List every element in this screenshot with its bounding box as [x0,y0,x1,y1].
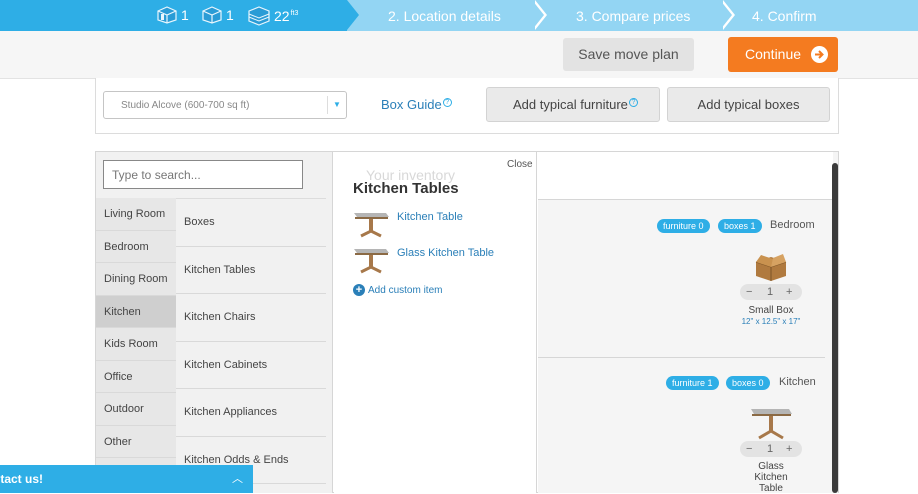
step-separator [720,0,737,31]
volume-icon [248,6,270,26]
item-name-line: Kitchen [754,472,788,483]
contact-us-label: ntact us! [0,472,44,486]
inventory-item-dimensions: 12" x 12.5" x 17" [741,317,801,326]
list-item[interactable]: Kitchen Table [353,208,463,238]
room-item-other[interactable]: Other [96,426,176,458]
items-title: Kitchen Tables [353,180,459,197]
room-item-bedroom[interactable]: Bedroom [96,231,176,263]
volume-unit: ft3 [290,9,299,17]
plus-icon: + [353,284,365,296]
room-item-office[interactable]: Office [96,361,176,393]
increment-button[interactable]: + [786,441,792,457]
chevron-up-icon: ︿ [232,473,243,485]
room-item-kids-room[interactable]: Kids Room [96,328,176,361]
inventory-room-name: Kitchen [779,376,816,388]
quantity-value: 1 [767,286,774,298]
table-icon [354,213,389,238]
home-size-value: Studio Alcove (600-700 sq ft) [121,100,250,111]
add-custom-item-label: Add custom item [368,284,443,296]
furniture-count-badge: furniture 0 [657,219,710,233]
quantity-stepper[interactable]: − 1 + [740,284,802,300]
category-item-kitchen-cabinets[interactable]: Kitchen Cabinets [176,342,326,389]
increment-button[interactable]: + [786,284,792,300]
items-column [334,152,537,493]
step-separator [532,0,549,31]
contact-us-tab[interactable]: ntact us! ︿ [0,465,253,493]
step-arrow [347,0,359,30]
furniture-count: 1 [156,6,189,24]
step-confirm[interactable]: 4. Confirm [752,8,817,24]
room-item-outdoor[interactable]: Outdoor [96,393,176,426]
box-guide-link[interactable]: Box Guide? [381,97,452,112]
category-item-kitchen-chairs[interactable]: Kitchen Chairs [176,294,326,342]
add-typical-furniture-button[interactable]: Add typical furniture? [486,87,660,122]
quantity-stepper[interactable]: − 1 + [740,441,802,457]
box-icon [202,6,222,24]
inventory-scrollbar[interactable] [832,163,838,493]
volume-total: 22 ft3 [247,6,298,26]
category-item-kitchen-tables[interactable]: Kitchen Tables [176,247,326,294]
inventory-item-name: Small Box [748,305,794,316]
search-input[interactable] [104,161,302,188]
help-icon: ? [628,98,638,107]
furniture-count-badge: furniture 1 [666,376,719,390]
cardboard-box-icon [755,254,787,281]
home-size-select[interactable]: Studio Alcove (600-700 sq ft) ▼ [103,91,347,119]
category-list: Boxes Kitchen Tables Kitchen Chairs Kitc… [176,198,326,493]
table-icon [751,409,792,440]
arrow-right-icon [811,46,828,63]
help-icon: ? [442,98,452,107]
progress-bar: 1 1 22 ft3 2. Location details 3. Compar… [0,0,918,31]
boxes-count-badge: boxes 0 [726,376,770,390]
add-custom-item-link[interactable]: + Add custom item [353,284,442,296]
room-list: Living Room Bedroom Dining Room Kitchen … [96,198,176,493]
add-typical-boxes-button[interactable]: Add typical boxes [667,87,830,122]
select-divider [327,96,328,114]
continue-button[interactable]: Continue [728,37,838,72]
inventory-header [538,152,833,200]
item-name-line: Glass [758,461,784,472]
add-furniture-label: Add typical furniture [513,97,628,112]
section-divider [538,357,825,358]
list-item[interactable]: Glass Kitchen Table [353,244,494,274]
search-input-wrapper [103,160,303,189]
save-move-plan-button[interactable]: Save move plan [563,38,694,71]
volume-value: 22 [274,8,290,24]
item-label: Glass Kitchen Table [397,247,495,259]
box-count-value: 1 [226,7,234,23]
continue-label: Continue [745,46,802,62]
table-icon [354,249,389,274]
step-location-details[interactable]: 2. Location details [388,8,501,24]
box-guide-label: Box Guide [381,97,442,112]
inventory-room-name: Bedroom [770,219,815,231]
category-item-boxes[interactable]: Boxes [176,199,326,247]
room-item-kitchen[interactable]: Kitchen [96,295,176,328]
close-button[interactable]: Close [507,159,533,170]
quantity-value: 1 [767,443,774,455]
furniture-count-value: 1 [181,7,189,23]
furniture-icon [157,6,177,24]
item-label: Kitchen Table [397,211,463,223]
inventory-item-name: Glass Kitchen Table [736,461,806,494]
item-name-line: Table [759,483,783,494]
chevron-down-icon: ▼ [333,100,341,109]
decrement-button[interactable]: − [746,441,752,457]
boxes-count-badge: boxes 1 [718,219,762,233]
category-item-kitchen-appliances[interactable]: Kitchen Appliances [176,389,326,437]
room-item-dining-room[interactable]: Dining Room [96,263,176,296]
box-count: 1 [201,6,234,24]
room-item-living-room[interactable]: Living Room [96,198,176,231]
decrement-button[interactable]: − [746,284,752,300]
step-compare-prices[interactable]: 3. Compare prices [576,8,690,24]
